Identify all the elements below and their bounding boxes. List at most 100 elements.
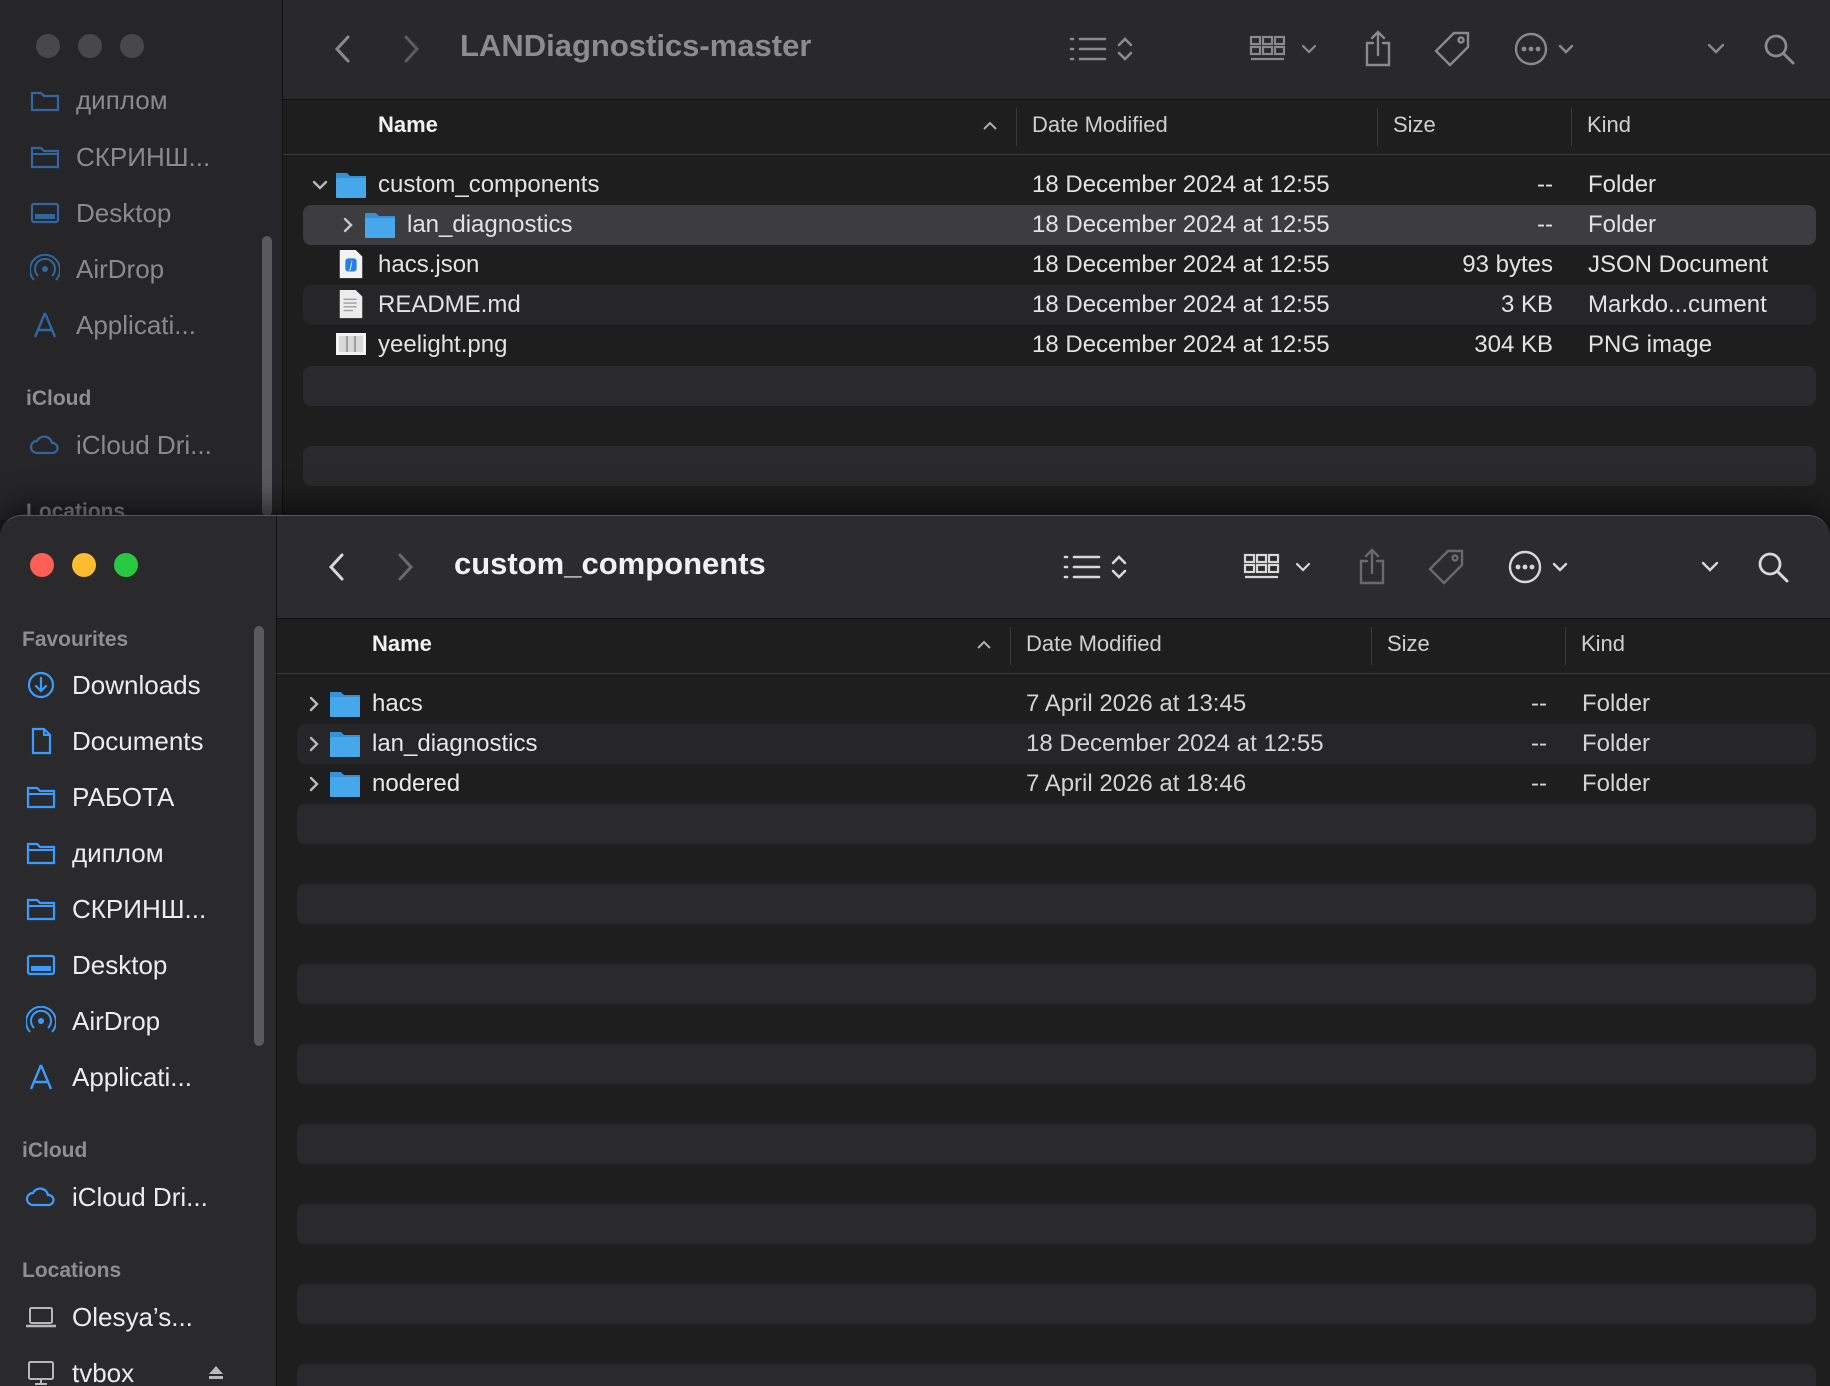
- sidebar-item-label: AirDrop: [72, 1005, 161, 1036]
- disclosure-collapsed-icon[interactable]: [305, 735, 323, 753]
- grid-view-icon: [1243, 553, 1311, 579]
- column-date-modified[interactable]: Date Modified: [1032, 112, 1168, 138]
- forward-button[interactable]: [391, 26, 431, 72]
- sidebar-item-airdrop[interactable]: AirDrop: [0, 997, 276, 1045]
- list-item[interactable]: hacs 7 April 2026 at 13:45 -- Folder: [297, 684, 1816, 724]
- disclosure-expanded-icon[interactable]: [311, 176, 329, 194]
- window-controls: [36, 34, 144, 58]
- tag-button[interactable]: [1430, 26, 1474, 72]
- column-kind[interactable]: Kind: [1581, 631, 1625, 657]
- toolbar-overflow-button[interactable]: [1701, 26, 1731, 72]
- column-divider[interactable]: [1571, 108, 1572, 146]
- sidebar-scrollbar[interactable]: [262, 236, 272, 516]
- sidebar-item-icloud-drive[interactable]: iCloud Dri...: [0, 421, 282, 469]
- more-actions-button[interactable]: [1514, 26, 1584, 72]
- empty-row: [303, 366, 1816, 406]
- column-divider[interactable]: [1010, 627, 1011, 665]
- sidebar-item-tvbox[interactable]: tvbox: [0, 1349, 276, 1386]
- file-name: custom_components: [378, 171, 600, 198]
- empty-row: [297, 1124, 1816, 1164]
- zoom-button[interactable]: [120, 34, 144, 58]
- folder-icon: [330, 692, 360, 717]
- column-size[interactable]: Size: [1387, 631, 1430, 657]
- folder-icon: [28, 140, 62, 174]
- column-date-modified[interactable]: Date Modified: [1026, 631, 1162, 657]
- sidebar-item-screenshots[interactable]: СКРИНШ...: [0, 885, 276, 933]
- sidebar-scrollbar[interactable]: [254, 626, 264, 1046]
- disclosure-collapsed-icon[interactable]: [339, 216, 357, 234]
- close-button[interactable]: [30, 553, 54, 577]
- disclosure-collapsed-icon[interactable]: [305, 775, 323, 793]
- list-item[interactable]: lan_diagnostics 18 December 2024 at 12:5…: [303, 205, 1816, 245]
- column-divider[interactable]: [1377, 108, 1378, 146]
- zoom-button[interactable]: [114, 553, 138, 577]
- sidebar-item-diplom[interactable]: диплом: [0, 829, 276, 877]
- column-divider[interactable]: [1371, 627, 1372, 665]
- view-list-button[interactable]: [1065, 26, 1145, 72]
- column-kind[interactable]: Kind: [1587, 112, 1631, 138]
- minimize-button[interactable]: [78, 34, 102, 58]
- column-divider[interactable]: [1565, 627, 1566, 665]
- sidebar-item-downloads[interactable]: Downloads: [0, 661, 276, 709]
- sidebar-item-olesya-mac[interactable]: Olesya’s...: [0, 1293, 276, 1341]
- back-button[interactable]: [317, 544, 357, 590]
- sidebar-item-applications[interactable]: Applicati...: [0, 1053, 276, 1101]
- file-name: lan_diagnostics: [372, 730, 538, 757]
- sidebar-item-rabota[interactable]: РАБОТА: [0, 773, 276, 821]
- back-button[interactable]: [323, 26, 363, 72]
- column-name[interactable]: Name: [378, 112, 438, 138]
- search-button[interactable]: [1759, 26, 1799, 72]
- sidebar-item-diplom[interactable]: диплом: [0, 78, 282, 122]
- tag-button[interactable]: [1424, 544, 1468, 590]
- disclosure-collapsed-icon[interactable]: [305, 695, 323, 713]
- share-button[interactable]: [1356, 26, 1400, 72]
- sidebar-item-screenshots[interactable]: СКРИНШ...: [0, 133, 282, 181]
- applications-icon: [24, 1060, 58, 1094]
- file-kind: Folder: [1582, 730, 1651, 757]
- list-item[interactable]: custom_components 18 December 2024 at 12…: [303, 165, 1816, 205]
- list-item[interactable]: nodered 7 April 2026 at 18:46 -- Folder: [297, 764, 1816, 804]
- sidebar-item-label: iCloud Dri...: [76, 429, 212, 460]
- close-button[interactable]: [36, 34, 60, 58]
- list-item[interactable]: j hacs.json 18 December 2024 at 12:55 93…: [303, 245, 1816, 285]
- finder-window-front[interactable]: Favourites Downloads Documents РАБОТА ди…: [0, 515, 1830, 1386]
- search-icon: [1758, 552, 1789, 583]
- list-item[interactable]: lan_diagnostics 18 December 2024 at 12:5…: [297, 724, 1816, 764]
- toolbar-overflow-button[interactable]: [1695, 544, 1725, 590]
- sidebar-item-desktop[interactable]: Desktop: [0, 189, 282, 237]
- finder-window-back[interactable]: диплом СКРИНШ... Desktop AirDrop Applica…: [0, 0, 1830, 520]
- minimize-button[interactable]: [72, 553, 96, 577]
- file-size: --: [1537, 211, 1553, 238]
- column-size[interactable]: Size: [1393, 112, 1436, 138]
- sidebar-item-documents[interactable]: Documents: [0, 717, 276, 765]
- column-name[interactable]: Name: [372, 631, 432, 657]
- group-button[interactable]: [1240, 544, 1320, 590]
- empty-row: [297, 804, 1816, 844]
- search-button[interactable]: [1753, 544, 1793, 590]
- eject-icon[interactable]: [206, 1363, 226, 1383]
- forward-button[interactable]: [385, 544, 425, 590]
- list-item[interactable]: README.md 18 December 2024 at 12:55 3 KB…: [303, 285, 1816, 325]
- folder-icon: [24, 780, 58, 814]
- window-controls: [30, 553, 138, 577]
- view-list-button[interactable]: [1059, 544, 1139, 590]
- share-button[interactable]: [1350, 544, 1394, 590]
- sort-ascending-icon: [977, 640, 991, 649]
- sidebar-item-label: tvbox: [72, 1357, 135, 1386]
- share-icon: [1359, 548, 1385, 585]
- sidebar-item-applications[interactable]: Applicati...: [0, 301, 282, 349]
- sidebar-item-airdrop[interactable]: AirDrop: [0, 245, 282, 293]
- file-kind: Folder: [1588, 211, 1657, 238]
- group-button[interactable]: [1246, 26, 1326, 72]
- desktop-icon: [24, 948, 58, 982]
- empty-row: [297, 1364, 1816, 1386]
- sidebar-item-icloud-drive[interactable]: iCloud Dri...: [0, 1173, 276, 1221]
- sidebar-item-desktop[interactable]: Desktop: [0, 941, 276, 989]
- more-actions-button[interactable]: [1508, 544, 1578, 590]
- empty-row: [303, 446, 1816, 486]
- list-item[interactable]: yeelight.png 18 December 2024 at 12:55 3…: [303, 325, 1816, 365]
- toolbar: LANDiagnostics-master: [283, 0, 1830, 100]
- file-size: --: [1531, 730, 1547, 757]
- sidebar-item-label: Applicati...: [72, 1061, 192, 1092]
- column-divider[interactable]: [1016, 108, 1017, 146]
